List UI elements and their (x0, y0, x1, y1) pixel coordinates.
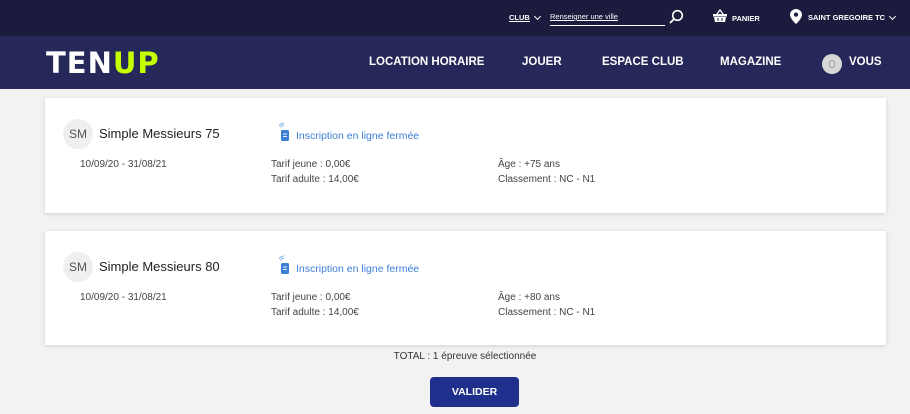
event-classement: Classement : NC - N1 (498, 174, 596, 185)
chevron-down-icon (889, 12, 897, 20)
registration-status[interactable]: Inscription en ligne fermée (278, 255, 419, 275)
logo-ten: TEN (46, 46, 113, 80)
event-card[interactable]: SM Simple Messieurs 75 Inscription en li… (45, 98, 886, 213)
registration-status-text[interactable]: Inscription en ligne fermée (296, 130, 419, 142)
event-classement: Classement : NC - N1 (498, 307, 596, 318)
logo-up: UP (112, 46, 160, 80)
main-nav: TENUP LOCATION HORAIRE JOUER ESPACE CLUB… (0, 36, 910, 89)
event-initials-avatar: SM (63, 119, 93, 149)
validate-button[interactable]: VALIDER (430, 377, 519, 407)
club-location-label: SAINT GREGOIRE TC (808, 13, 886, 22)
nav-jouer[interactable]: JOUER (522, 56, 562, 68)
tarif-adulte: Tarif adulte : 14,00€ (271, 307, 359, 318)
online-registration-icon (278, 255, 289, 274)
tenup-logo[interactable]: TENUP (46, 46, 160, 80)
total-selected-text: TOTAL : 1 épreuve sélectionnée (393, 351, 537, 362)
club-dropdown[interactable]: CLUB (509, 12, 541, 22)
tarif-jeune: Tarif jeune : 0,00€ (271, 292, 351, 303)
club-location-dropdown[interactable]: SAINT GREGOIRE TC (808, 12, 897, 22)
event-name: Simple Messieurs 80 (99, 259, 220, 274)
basket-icon[interactable] (712, 9, 728, 23)
event-dates: 10/09/20 - 31/08/21 (80, 292, 167, 303)
location-pin-icon (790, 9, 802, 24)
event-name: Simple Messieurs 75 (99, 126, 220, 141)
chevron-down-icon (533, 12, 541, 20)
tarif-adulte: Tarif adulte : 14,00€ (271, 174, 359, 185)
club-label: CLUB (509, 13, 530, 22)
registration-status-text[interactable]: Inscription en ligne fermée (296, 263, 419, 275)
city-search-input[interactable]: Renseigner une ville (550, 12, 665, 26)
nav-location-horaire[interactable]: LOCATION HORAIRE (369, 56, 484, 68)
search-icon[interactable] (668, 9, 684, 25)
user-avatar-icon[interactable] (822, 54, 842, 74)
online-registration-icon (278, 122, 289, 141)
top-bar: CLUB Renseigner une ville PANIER SAINT G… (0, 0, 910, 36)
event-initials-avatar: SM (63, 252, 93, 282)
nav-vous[interactable]: VOUS (849, 56, 882, 68)
event-card[interactable]: SM Simple Messieurs 80 Inscription en li… (45, 231, 886, 345)
tarif-jeune: Tarif jeune : 0,00€ (271, 159, 351, 170)
cart-link[interactable]: PANIER (732, 14, 760, 23)
nav-espace-club[interactable]: ESPACE CLUB (602, 56, 684, 68)
event-age: Âge : +80 ans (498, 292, 560, 303)
event-age: Âge : +75 ans (498, 159, 560, 170)
nav-magazine[interactable]: MAGAZINE (720, 56, 781, 68)
registration-status[interactable]: Inscription en ligne fermée (278, 122, 419, 142)
event-dates: 10/09/20 - 31/08/21 (80, 159, 167, 170)
